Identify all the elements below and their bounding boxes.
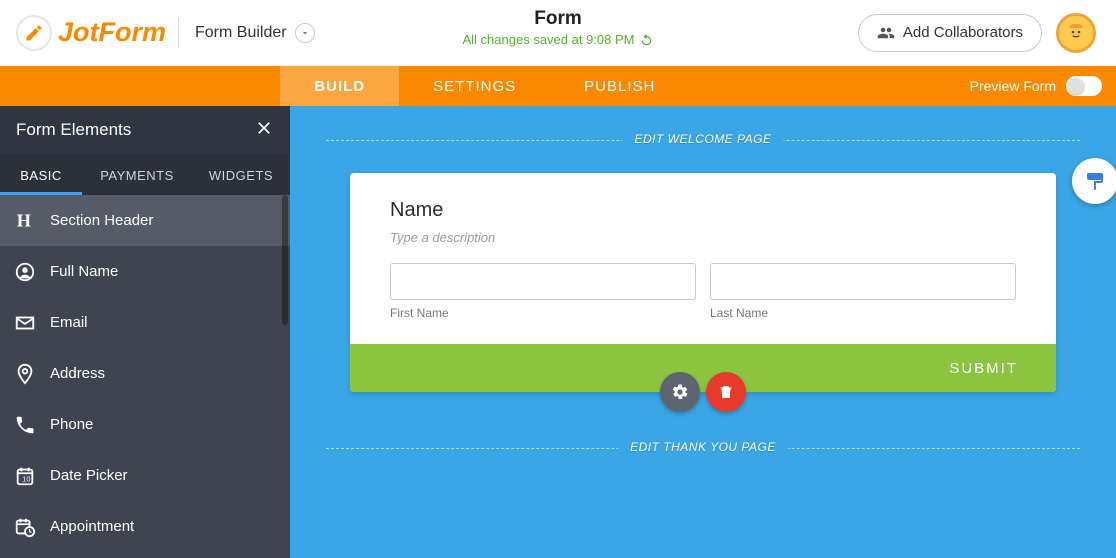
preview-toggle[interactable] — [1066, 76, 1102, 96]
nav-right: Preview Form — [970, 66, 1116, 106]
pin-icon — [0, 363, 50, 385]
user-icon — [0, 261, 50, 283]
body: Form Elements BASICPAYMENTSWIDGETS H Sect… — [0, 106, 1116, 558]
element-label: Phone — [50, 416, 93, 433]
user-avatar[interactable] — [1056, 13, 1096, 53]
sidebar-header: Form Elements — [0, 106, 290, 154]
phone-icon — [0, 414, 50, 436]
sidebar: Form Elements BASICPAYMENTSWIDGETS H Sect… — [0, 106, 290, 558]
add-collaborators-button[interactable]: Add Collaborators — [858, 14, 1042, 52]
welcome-label: EDIT WELCOME PAGE — [623, 132, 784, 146]
submit-button[interactable]: SUBMIT — [949, 360, 1018, 377]
welcome-separator[interactable]: EDIT WELCOME PAGE — [326, 140, 1080, 141]
logo-text: JotForm — [58, 17, 166, 48]
element-full-name[interactable]: Full Name — [0, 246, 290, 297]
element-email[interactable]: Email — [0, 297, 290, 348]
top-header: JotForm Form Builder Form All changes sa… — [0, 0, 1116, 66]
element-delete-button[interactable] — [706, 372, 746, 412]
sidebar-tab-widgets[interactable]: WIDGETS — [192, 154, 290, 195]
close-icon — [254, 118, 274, 138]
avatar-face-icon — [1064, 21, 1088, 45]
header-center: Form All changes saved at 9:08 PM — [463, 8, 654, 47]
sidebar-close-button[interactable] — [254, 118, 274, 143]
nav-tab-settings[interactable]: SETTINGS — [399, 66, 550, 106]
last-name-label: Last Name — [710, 306, 1016, 320]
element-label: Full Name — [50, 263, 118, 280]
element-phone[interactable]: Phone — [0, 399, 290, 450]
chevron-down-icon — [300, 28, 310, 38]
header-icon: H — [0, 210, 50, 232]
trash-icon — [717, 383, 735, 401]
element-appointment[interactable]: Appointment — [0, 501, 290, 552]
nav-tabs: BUILDSETTINGSPUBLISH — [0, 66, 970, 106]
sidebar-title: Form Elements — [16, 120, 131, 140]
form-title[interactable]: Form — [463, 8, 654, 30]
save-status: All changes saved at 9:08 PM — [463, 32, 654, 47]
svg-text:10: 10 — [22, 474, 30, 483]
sidebar-tab-basic[interactable]: BASIC — [0, 154, 82, 195]
field-title[interactable]: Name — [390, 199, 1016, 222]
gear-icon — [671, 383, 689, 401]
revert-icon[interactable] — [640, 33, 654, 47]
form-builder-label: Form Builder — [195, 24, 287, 42]
form-builder-dropdown[interactable] — [295, 23, 315, 43]
element-address[interactable]: Address — [0, 348, 290, 399]
first-name-col: First Name — [390, 263, 696, 320]
mail-icon — [0, 312, 50, 334]
save-status-text: All changes saved at 9:08 PM — [463, 32, 635, 47]
last-name-col: Last Name — [710, 263, 1016, 320]
element-actions — [660, 372, 746, 412]
collab-label: Add Collaborators — [903, 24, 1023, 41]
header-right: Add Collaborators — [858, 13, 1096, 53]
element-label: Address — [50, 365, 105, 382]
svg-text:H: H — [17, 210, 31, 230]
element-label: Email — [50, 314, 88, 331]
sidebar-scrollbar[interactable] — [282, 195, 288, 325]
name-row: First Name Last Name — [390, 263, 1016, 320]
element-label: Section Header — [50, 212, 153, 229]
sidebar-elements: H Section Header Full Name Email Address Phon… — [0, 195, 290, 558]
paint-roller-icon — [1083, 169, 1107, 193]
element-label: Date Picker — [50, 467, 128, 484]
main-nav: BUILDSETTINGSPUBLISH Preview Form — [0, 66, 1116, 106]
canvas: EDIT WELCOME PAGE Name Type a descriptio… — [290, 106, 1116, 558]
form-card[interactable]: Name Type a description First Name Last … — [350, 173, 1056, 392]
logo-pencil-icon — [16, 15, 52, 51]
toggle-knob — [1068, 78, 1084, 94]
nav-tab-build[interactable]: BUILD — [280, 66, 399, 106]
calendar-icon: 10 — [0, 465, 50, 487]
first-name-input[interactable] — [390, 263, 696, 300]
form-card-body: Name Type a description First Name Last … — [350, 173, 1056, 344]
paint-roller-fab[interactable] — [1072, 158, 1116, 204]
sidebar-tab-payments[interactable]: PAYMENTS — [82, 154, 192, 195]
people-icon — [877, 24, 895, 42]
thankyou-separator[interactable]: EDIT THANK YOU PAGE — [326, 448, 1080, 449]
divider — [178, 18, 179, 48]
element-date-picker[interactable]: 10 Date Picker — [0, 450, 290, 501]
calclock-icon — [0, 516, 50, 538]
first-name-label: First Name — [390, 306, 696, 320]
last-name-input[interactable] — [710, 263, 1016, 300]
nav-tab-publish[interactable]: PUBLISH — [550, 66, 689, 106]
preview-form-label: Preview Form — [970, 78, 1056, 94]
logo[interactable]: JotForm — [16, 15, 166, 51]
element-section-header[interactable]: H Section Header — [0, 195, 290, 246]
element-settings-button[interactable] — [660, 372, 700, 412]
thankyou-label: EDIT THANK YOU PAGE — [618, 440, 788, 454]
sidebar-tabs: BASICPAYMENTSWIDGETS — [0, 154, 290, 195]
element-label: Appointment — [50, 518, 134, 535]
field-description[interactable]: Type a description — [390, 230, 1016, 245]
